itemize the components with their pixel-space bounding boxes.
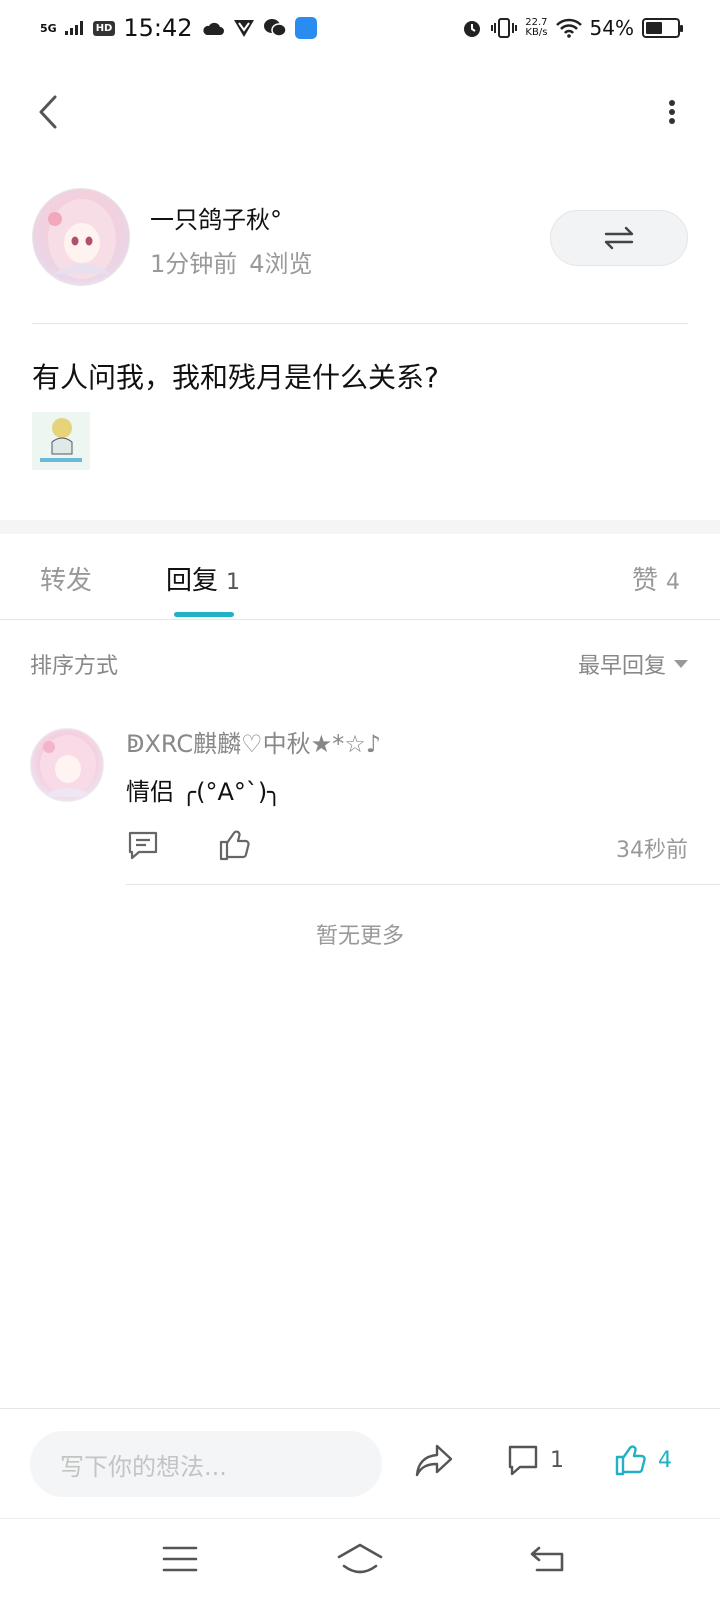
signal-icon: [64, 21, 83, 35]
speed-unit: KB/s: [525, 27, 548, 38]
sort-label: 排序方式: [30, 654, 119, 679]
back-icon: [39, 95, 57, 129]
comment-item: ↁXRC麒麟♡中秋★*☆♪ 情侣 ╭(°A°`)╮ 34秒前: [30, 724, 720, 885]
commenter-avatar[interactable]: [30, 728, 104, 802]
sort-dropdown[interactable]: 最早回复: [578, 648, 688, 680]
list-end-text: 暂无更多: [315, 924, 404, 949]
status-right: 22.7 KB/s 54%: [461, 16, 683, 40]
nav-home-button[interactable]: [332, 1537, 388, 1581]
tab-reply-count: 1: [226, 570, 241, 595]
home-icon: [337, 1543, 383, 1574]
post-time: 1分钟前: [150, 250, 238, 278]
comment-like-button[interactable]: [218, 828, 252, 862]
reply-icon: [128, 831, 158, 860]
battery-icon: [642, 18, 683, 38]
post-text: 有人问我，我和残月是什么关系?: [32, 361, 439, 394]
tab-like-count: 4: [666, 570, 680, 595]
avatar-illustration: [40, 735, 96, 797]
author-name[interactable]: 一只鸽子秋°: [150, 200, 282, 235]
nav-menu-button[interactable]: [152, 1537, 208, 1581]
post-sticker-image[interactable]: [32, 412, 90, 470]
sort-selected: 最早回复: [577, 654, 666, 679]
post-views: 4浏览: [249, 250, 313, 278]
comment-input[interactable]: 写下你的想法...: [30, 1431, 382, 1497]
system-nav-bar: [0, 1518, 720, 1600]
author-avatar[interactable]: [32, 188, 130, 286]
chevron-down-icon: [674, 660, 688, 668]
section-separator: [0, 520, 720, 534]
tab-reply-label: 回复: [166, 566, 219, 596]
like-icon: [219, 830, 250, 861]
comment-time: 34秒前: [616, 838, 688, 863]
post-meta: 1分钟前 4浏览: [150, 244, 313, 279]
wechat-icon: [263, 19, 287, 37]
sticker-illustration: [32, 412, 90, 470]
bottom-action-bar: 写下你的想法... 1 4: [0, 1408, 720, 1518]
more-icon: [669, 100, 675, 124]
status-bar: 5G HD 15:42 22.7 KB/s 54%: [0, 0, 720, 56]
share-button[interactable]: [414, 1443, 458, 1487]
cloud-icon: [202, 22, 224, 35]
back-button[interactable]: [24, 88, 72, 136]
comment-count: 1: [550, 1447, 564, 1473]
top-nav: [0, 72, 720, 152]
active-tab-indicator: [174, 612, 234, 617]
hd-badge: HD: [92, 20, 116, 36]
tab-repost[interactable]: 转发: [40, 560, 92, 597]
share-icon: [415, 1444, 453, 1477]
comment-text: 情侣 ╭(°A°`)╮: [126, 778, 282, 806]
app-notification-icon: [294, 17, 317, 39]
tab-like[interactable]: 赞 4: [632, 560, 680, 597]
battery-percent: 54%: [589, 16, 634, 40]
tab-bar: 转发 回复 1 赞 4: [0, 534, 720, 620]
tab-reply[interactable]: 回复 1: [166, 560, 240, 597]
alarm-icon: [464, 21, 481, 37]
switch-icon: [604, 226, 634, 250]
avatar-illustration: [48, 199, 116, 279]
shield-icon: [233, 20, 254, 37]
clock: 15:42: [123, 14, 193, 42]
comment-button[interactable]: 1: [506, 1443, 564, 1477]
status-left: 5G HD 15:42: [40, 14, 317, 42]
sort-row: 排序方式 最早回复: [30, 648, 688, 680]
comment-reply-button[interactable]: [126, 828, 160, 862]
switch-button[interactable]: [550, 210, 688, 266]
commenter-name[interactable]: ↁXRC麒麟♡中秋★*☆♪: [126, 724, 381, 759]
tab-repost-label: 转发: [40, 566, 93, 596]
nav-back-button[interactable]: [520, 1537, 576, 1581]
nav-back-icon: [530, 1546, 564, 1572]
like-button[interactable]: 4: [614, 1443, 672, 1477]
network-speed: 22.7 KB/s: [525, 18, 547, 38]
post-author: 一只鸽子秋° 1分钟前 4浏览: [32, 188, 688, 292]
vibrate-icon: [491, 18, 518, 38]
battery-fill: [646, 22, 662, 34]
network-indicator: 5G: [40, 21, 57, 35]
like-icon: [615, 1445, 646, 1476]
comment-icon: [508, 1445, 538, 1476]
tab-like-label: 赞: [631, 566, 658, 596]
more-button[interactable]: [648, 88, 696, 136]
menu-icon: [162, 1546, 198, 1572]
wifi-icon: [555, 18, 582, 38]
like-count: 4: [658, 1447, 672, 1473]
comment-divider: [126, 884, 720, 885]
divider: [32, 323, 688, 324]
